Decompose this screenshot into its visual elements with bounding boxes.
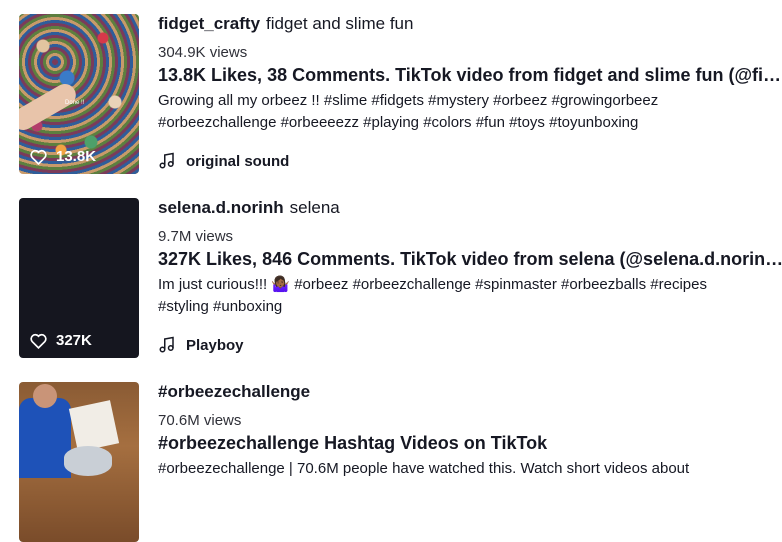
author-username[interactable]: fidget_crafty [158,14,260,33]
thumbnail-likes: 13.8K [29,148,96,165]
description-line: #orbeezechallenge | 70.6M people have wa… [158,460,690,477]
video-thumbnail[interactable]: 327K [19,198,139,358]
description-line: #orbeezchallenge #orbeeeezz #playing #co… [158,114,639,131]
description-line: Im just curious!!! 🤷🏾‍♀️ #orbeez #orbeez… [158,276,707,293]
video-thumbnail[interactable]: Done !! 13.8K [19,14,139,174]
result-description: #orbeezechallenge | 70.6M people have wa… [158,458,758,480]
view-count: 70.6M views [158,412,242,429]
result-header: #orbeezechallenge [158,382,782,402]
hashtag-thumbnail[interactable] [19,382,139,542]
thumbnail-caption: Done !! [65,100,85,106]
description-line: #styling #unboxing [158,298,283,315]
result-description: Growing all my orbeez !! #slime #fidgets… [158,90,758,134]
sound-link[interactable]: original sound [158,152,289,170]
heart-outline-icon [30,149,47,165]
likes-count: 327K [56,332,92,349]
author-nickname[interactable]: selena [290,198,340,217]
result-title[interactable]: #orbeezechallenge Hashtag Videos on TikT… [158,433,782,454]
result-header: fidget_crafty fidget and slime fun [158,14,782,34]
author-nickname[interactable]: fidget and slime fun [266,14,413,33]
heart-outline-icon [30,333,47,349]
view-count: 9.7M views [158,228,234,245]
search-result-video[interactable]: Done !! 13.8K fidget_crafty fidget and sl… [0,14,782,180]
likes-count: 13.8K [56,148,97,165]
search-result-hashtag[interactable]: #orbeezechallenge 70.6M views #orbeezech… [0,382,782,542]
sound-link[interactable]: Playboy [158,336,244,354]
hashtag-name[interactable]: #orbeezechallenge [158,382,310,401]
result-header: selena.d.norinh selena [158,198,782,218]
hand-image [19,79,80,135]
music-note-icon [159,336,174,353]
person-image [19,398,71,478]
sound-name[interactable]: Playboy [186,337,244,354]
view-count: 304.9K views [158,44,248,61]
description-line: Growing all my orbeez !! #slime #fidgets… [158,92,659,109]
sound-name[interactable]: original sound [186,153,289,170]
bucket-image [64,446,112,476]
person-head [33,384,57,408]
result-title[interactable]: 327K Likes, 846 Comments. TikTok video f… [158,249,782,270]
result-title[interactable]: 13.8K Likes, 38 Comments. TikTok video f… [158,65,782,86]
music-note-icon [159,152,174,169]
search-result-video[interactable]: 327K selena.d.norinh selena 9.7M views 32… [0,198,782,364]
result-description: Im just curious!!! 🤷🏾‍♀️ #orbeez #orbeez… [158,274,758,318]
author-username[interactable]: selena.d.norinh [158,198,284,217]
thumbnail-likes: 327K [29,332,92,349]
note-image [68,400,120,452]
